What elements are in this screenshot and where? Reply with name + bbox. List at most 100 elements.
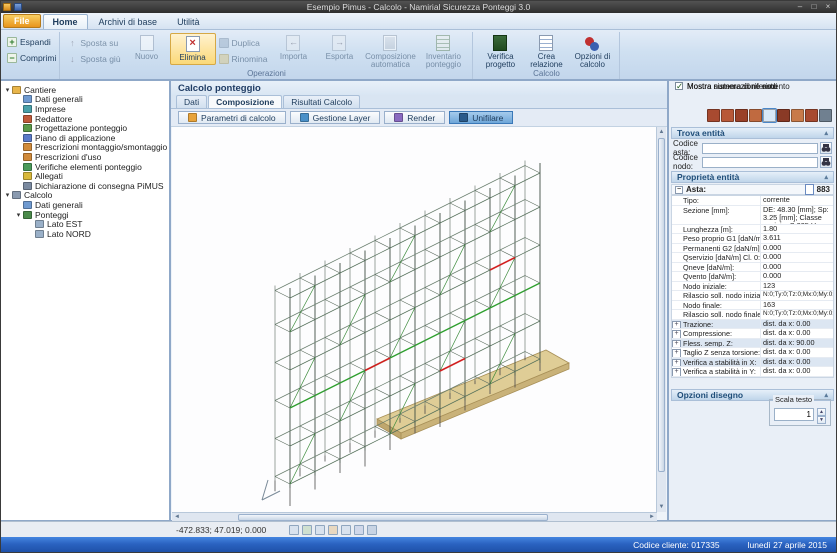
esporta-button[interactable]: → Esporta — [316, 33, 362, 63]
sposta-giu-button[interactable]: ↓ Sposta giù — [67, 52, 120, 65]
expand-toggle-icon[interactable] — [672, 348, 681, 357]
checkbox-icon[interactable] — [675, 82, 683, 90]
grid-icon[interactable] — [289, 525, 299, 535]
property-row[interactable]: Trazione: dist. da x: 0.00 — [672, 320, 833, 330]
scroll-down-icon[interactable]: ▼ — [657, 502, 666, 512]
tree-item[interactable]: Dati generali — [0, 95, 169, 105]
tree-expand-arrow[interactable]: ▾ — [3, 86, 12, 94]
spin-up-icon[interactable]: ▲ — [817, 408, 826, 416]
print-icon[interactable] — [367, 525, 377, 535]
property-row[interactable]: Sezione [mm]: DE: 48.30 [mm]; Sp: 3.25 [… — [672, 206, 833, 225]
collapse-section-icon[interactable]: ▴ — [824, 173, 828, 181]
property-row[interactable]: Permanenti G2 [daN/m]: 0.000 — [672, 244, 833, 254]
tree-item[interactable]: Dichiarazione di consegna PiMUS — [0, 181, 169, 191]
property-row[interactable]: Verifica a stabilità in Y: dist. da x: 0… — [672, 367, 833, 377]
menu-tab[interactable]: Archivi di base — [90, 14, 167, 29]
tree-item[interactable]: Lato EST — [0, 219, 169, 229]
comprimi-button[interactable]: − Comprimi — [7, 51, 56, 64]
composizione-automatica-button[interactable]: Composizione automatica — [362, 33, 418, 72]
tree-item[interactable]: Dati generali — [0, 200, 169, 210]
tree-item[interactable]: Redattore — [0, 114, 169, 124]
drawing-canvas[interactable] — [172, 127, 657, 512]
menu-tab[interactable]: Utilità — [168, 14, 209, 29]
osnap-icon[interactable] — [328, 525, 338, 535]
property-row[interactable]: Qservizio [daN/m] Cl. 0: 0.000 — [672, 253, 833, 263]
property-row[interactable]: Compressione: dist. da x: 0.00 — [672, 329, 833, 339]
vertical-scroll-thumb[interactable] — [658, 138, 665, 472]
element-icon-5[interactable] — [763, 109, 776, 122]
tree-item[interactable]: ▾ Cantiere — [0, 85, 169, 95]
collapse-section-icon[interactable]: ▴ — [824, 129, 828, 137]
tree-item[interactable]: Prescrizioni d'uso — [0, 152, 169, 162]
property-row[interactable]: Tipo: corrente — [672, 196, 833, 206]
element-icon-6[interactable] — [777, 109, 790, 122]
tree-item[interactable]: Piano di applicazione — [0, 133, 169, 143]
proprieta-entita-header[interactable]: Proprietà entità ▴ — [671, 171, 834, 183]
sposta-su-button[interactable]: ↑ Sposta su — [67, 36, 120, 49]
expand-toggle-icon[interactable] — [672, 339, 681, 348]
maximize-button[interactable]: □ — [807, 1, 821, 12]
elimina-button[interactable]: × Elimina — [170, 33, 216, 65]
horizontal-scroll-thumb[interactable] — [238, 514, 548, 521]
element-icon-7[interactable] — [791, 109, 804, 122]
expand-toggle-icon[interactable] — [672, 367, 681, 376]
find-asta-button[interactable] — [820, 142, 832, 154]
element-icon-4[interactable] — [749, 109, 762, 122]
codice-nodo-input[interactable] — [702, 157, 818, 168]
tree-item[interactable]: ▾ Calcolo — [0, 191, 169, 201]
draw-option-checkbox[interactable]: Mostra sistema di riferimento — [675, 81, 790, 91]
espandi-button[interactable]: + Espandi — [7, 35, 56, 48]
property-row[interactable]: Taglio Z senza torsione: dist. da x: 0.0… — [672, 348, 833, 358]
tree-item[interactable]: Lato NORD — [0, 229, 169, 239]
edit-pencil-icon[interactable] — [819, 109, 832, 122]
view-toolbar-button[interactable]: Parametri di calcolo — [178, 111, 286, 124]
scroll-up-icon[interactable]: ▲ — [657, 127, 666, 137]
expand-toggle-icon[interactable] — [672, 358, 681, 367]
element-icon-3[interactable] — [735, 109, 748, 122]
file-menu-button[interactable]: File — [3, 14, 41, 28]
spin-down-icon[interactable]: ▼ — [817, 416, 826, 424]
minimize-button[interactable]: – — [793, 1, 807, 12]
property-row[interactable]: Rilascio soll. nodo finale: N:0;Ty:0;Tz:… — [672, 310, 833, 320]
element-icon-2[interactable] — [721, 109, 734, 122]
element-icon-8[interactable] — [805, 109, 818, 122]
tree-item[interactable]: Imprese — [0, 104, 169, 114]
duplica-button[interactable]: Duplica — [219, 36, 268, 49]
collapse-asta-icon[interactable]: − — [675, 186, 683, 194]
tree-item[interactable]: ▾ Ponteggi — [0, 210, 169, 220]
collapse-section-icon[interactable]: ▴ — [824, 391, 828, 399]
inventario-ponteggio-button[interactable]: Inventario ponteggio — [418, 33, 468, 72]
document-tab[interactable]: Dati — [176, 95, 207, 108]
nuovo-button[interactable]: Nuovo — [124, 33, 170, 63]
vertical-scrollbar[interactable]: ▲ ▼ — [656, 127, 666, 512]
importa-button[interactable]: ← Importa — [270, 33, 316, 63]
save-icon[interactable] — [14, 3, 22, 11]
tree-expand-arrow[interactable]: ▾ — [14, 211, 23, 219]
snap-icon[interactable] — [302, 525, 312, 535]
document-tab[interactable]: Composizione — [208, 95, 282, 108]
view-toolbar-button[interactable]: Gestione Layer — [290, 111, 381, 124]
property-row[interactable]: Nodo iniziale: 123 — [672, 282, 833, 292]
codice-asta-input[interactable] — [702, 143, 818, 154]
view-toolbar-button[interactable]: Unifilare — [449, 111, 513, 124]
property-row[interactable]: Peso proprio G1 [daN/m]: 3.611 — [672, 234, 833, 244]
property-row[interactable]: Fless. semp. Z: dist. da x: 90.00 — [672, 339, 833, 349]
view-toolbar-button[interactable]: Render — [384, 111, 445, 124]
tree-expand-arrow[interactable]: ▾ — [3, 191, 12, 199]
verifica-progetto-button[interactable]: Verifica progetto — [477, 33, 523, 72]
tree-item[interactable]: Verifiche elementi ponteggio — [0, 162, 169, 172]
scala-testo-spinner[interactable]: ▲▼ — [817, 408, 826, 421]
property-row[interactable]: Lunghezza [m]: 1.80 — [672, 225, 833, 235]
property-row[interactable]: Verifica a stabilità in X: dist. da x: 0… — [672, 358, 833, 368]
document-tab[interactable]: Risultati Calcolo — [283, 95, 360, 108]
property-row[interactable]: Qneve [daN/m]: 0.000 — [672, 263, 833, 273]
ortho-icon[interactable] — [315, 525, 325, 535]
find-nodo-button[interactable] — [820, 156, 832, 168]
scala-testo-input[interactable] — [774, 408, 814, 421]
expand-toggle-icon[interactable] — [672, 329, 681, 338]
opzioni-di-calcolo-button[interactable]: Opzioni di calcolo — [569, 33, 615, 72]
tree-item[interactable]: Progettazione ponteggio — [0, 123, 169, 133]
zoom-extents-icon[interactable] — [354, 525, 364, 535]
property-row[interactable]: Rilascio soll. nodo iniziale: N:0;Ty:0;T… — [672, 291, 833, 301]
tree-item[interactable]: Allegati — [0, 171, 169, 181]
